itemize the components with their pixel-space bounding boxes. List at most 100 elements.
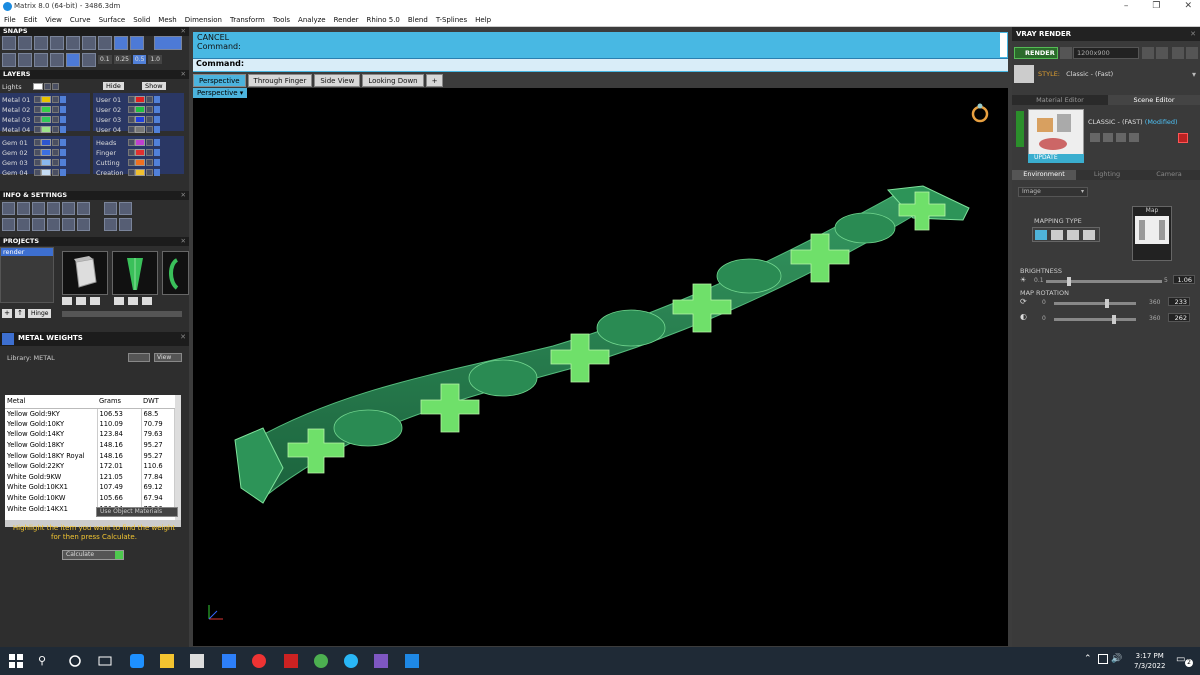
- layer-visibility-icon[interactable]: [60, 149, 66, 156]
- task-view-icon[interactable]: [68, 654, 82, 668]
- tab-perspective[interactable]: Perspective: [193, 74, 246, 87]
- layer-visibility-icon[interactable]: [60, 106, 66, 113]
- preset-save-icon[interactable]: [1090, 133, 1100, 142]
- ruler-icon[interactable]: [104, 218, 117, 231]
- filter2-icon[interactable]: [62, 218, 75, 231]
- layer-color-swatch[interactable]: [41, 116, 51, 123]
- left-layer-row[interactable]: Gem 01: [2, 138, 66, 147]
- snap-size-1[interactable]: 0.1: [98, 55, 112, 64]
- snap-cen-icon[interactable]: [66, 36, 80, 50]
- layer-lock-icon[interactable]: [52, 169, 59, 176]
- menu-rhino[interactable]: Rhino 5.0: [367, 16, 400, 24]
- layer-visibility-icon[interactable]: [60, 116, 66, 123]
- layer-color-swatch[interactable]: [135, 126, 145, 133]
- layer-visibility-icon[interactable]: [60, 169, 66, 176]
- slider-thumb[interactable]: [1105, 299, 1110, 308]
- store-icon[interactable]: [190, 654, 204, 668]
- right-layer-row[interactable]: Finger: [96, 148, 160, 157]
- snap-size-2[interactable]: 0.25: [113, 55, 131, 64]
- menu-dimension[interactable]: Dimension: [185, 16, 222, 24]
- search-icon[interactable]: ⚲: [38, 654, 52, 668]
- project-thumb-2[interactable]: [112, 251, 158, 295]
- layer-lock-icon[interactable]: [146, 149, 153, 156]
- slider-thumb[interactable]: [1067, 277, 1072, 286]
- menu-surface[interactable]: Surface: [99, 16, 126, 24]
- right-layer-row[interactable]: Cutting: [96, 158, 160, 167]
- snap-end-icon[interactable]: [2, 36, 16, 50]
- snap-project-icon[interactable]: [82, 53, 96, 67]
- layer-lights-row[interactable]: Lights: [2, 82, 59, 91]
- command-line[interactable]: Command:: [193, 58, 1008, 71]
- menu-analyze[interactable]: Analyze: [298, 16, 326, 24]
- map-sphere-icon[interactable]: [1067, 230, 1079, 240]
- layer-select-icon[interactable]: [128, 96, 135, 103]
- right-layer-row[interactable]: User 04: [96, 125, 160, 134]
- app-icon-3[interactable]: [344, 654, 358, 668]
- minimize-button[interactable]: –: [1124, 1, 1129, 11]
- resolution-field[interactable]: 1200x900: [1073, 47, 1139, 59]
- close-render-icon[interactable]: [1186, 47, 1198, 59]
- table-row[interactable]: Yellow Gold:22KY 172.01 110.6: [5, 460, 175, 472]
- snap-point-icon[interactable]: [34, 36, 48, 50]
- snap-ortho-icon[interactable]: [2, 53, 16, 67]
- layer-color-swatch[interactable]: [41, 126, 51, 133]
- menu-mesh[interactable]: Mesh: [158, 16, 176, 24]
- layer-visibility-icon[interactable]: [60, 126, 66, 133]
- project-load-icon-2[interactable]: [114, 297, 124, 305]
- layer-lock-icon[interactable]: [146, 159, 153, 166]
- table-row[interactable]: White Gold:10KX1 107.49 69.12: [5, 482, 175, 493]
- layer-color-swatch[interactable]: [135, 149, 145, 156]
- snap-surface-icon[interactable]: [66, 53, 80, 67]
- preset-side-handle[interactable]: [1016, 111, 1024, 147]
- left-layer-row[interactable]: Metal 03: [2, 115, 66, 124]
- table-row[interactable]: Yellow Gold:10KY 110.09 70.79: [5, 418, 175, 430]
- layer-color-swatch[interactable]: [41, 96, 51, 103]
- layer-select-icon[interactable]: [128, 139, 135, 146]
- layout-icon[interactable]: [77, 218, 90, 231]
- table-row[interactable]: Yellow Gold:18KY 148.16 95.27: [5, 439, 175, 451]
- table-scrollbar[interactable]: [175, 395, 181, 520]
- render-button[interactable]: RENDER: [1014, 47, 1058, 59]
- calculate-button[interactable]: Calculate: [62, 550, 124, 560]
- snap-near-icon[interactable]: [18, 36, 32, 50]
- filter-icon[interactable]: [47, 218, 60, 231]
- frame-icon[interactable]: [1172, 47, 1184, 59]
- tab-through-finger[interactable]: Through Finger: [247, 74, 313, 87]
- network-icon[interactable]: [1098, 654, 1108, 664]
- edge-icon[interactable]: [130, 654, 144, 668]
- snap-perp-icon[interactable]: [98, 36, 112, 50]
- brush-icon[interactable]: [104, 202, 117, 215]
- tab-lighting[interactable]: Lighting: [1076, 170, 1138, 180]
- snap-planar-icon[interactable]: [18, 53, 32, 67]
- snap-quad-icon[interactable]: [130, 36, 144, 50]
- snap-grid-icon[interactable]: [154, 36, 182, 50]
- layer-visibility-icon[interactable]: [154, 116, 160, 123]
- table-row[interactable]: Yellow Gold:14KY 123.84 79.63: [5, 429, 175, 440]
- right-layer-row[interactable]: User 02: [96, 105, 160, 114]
- show-button[interactable]: Show: [142, 82, 166, 90]
- view-button[interactable]: View: [154, 353, 182, 362]
- left-layer-row[interactable]: Metal 04: [2, 125, 66, 134]
- table-row[interactable]: White Gold:9KW 121.05 77.84: [5, 471, 175, 483]
- clock[interactable]: 3:17 PM 7/3/2022: [1134, 651, 1165, 671]
- snap-size-4[interactable]: 1.0: [148, 55, 162, 64]
- right-layer-row[interactable]: Heads: [96, 138, 160, 147]
- up-project-button[interactable]: ↑: [15, 309, 25, 318]
- cube-icon[interactable]: [119, 218, 132, 231]
- snap-track-icon[interactable]: [34, 53, 48, 67]
- ring-icon[interactable]: [969, 101, 991, 123]
- library-icon[interactable]: [47, 202, 60, 215]
- project-item-render[interactable]: render: [1, 248, 53, 256]
- layer-visibility-icon[interactable]: [60, 159, 66, 166]
- project-thumb-1[interactable]: [62, 251, 108, 295]
- layer-select-icon[interactable]: [34, 149, 41, 156]
- left-layer-row[interactable]: Metal 01: [2, 95, 66, 104]
- rotation-h-value[interactable]: 233: [1168, 297, 1190, 306]
- snap-mid-icon[interactable]: [50, 36, 64, 50]
- rotation-v-value[interactable]: 262: [1168, 313, 1190, 322]
- hinge-button[interactable]: Hinge: [28, 309, 52, 318]
- menu-tools[interactable]: Tools: [273, 16, 290, 24]
- preset-open-icon[interactable]: [1116, 133, 1126, 142]
- menu-render[interactable]: Render: [334, 16, 359, 24]
- use-object-materials[interactable]: Use Object Materials: [96, 507, 178, 517]
